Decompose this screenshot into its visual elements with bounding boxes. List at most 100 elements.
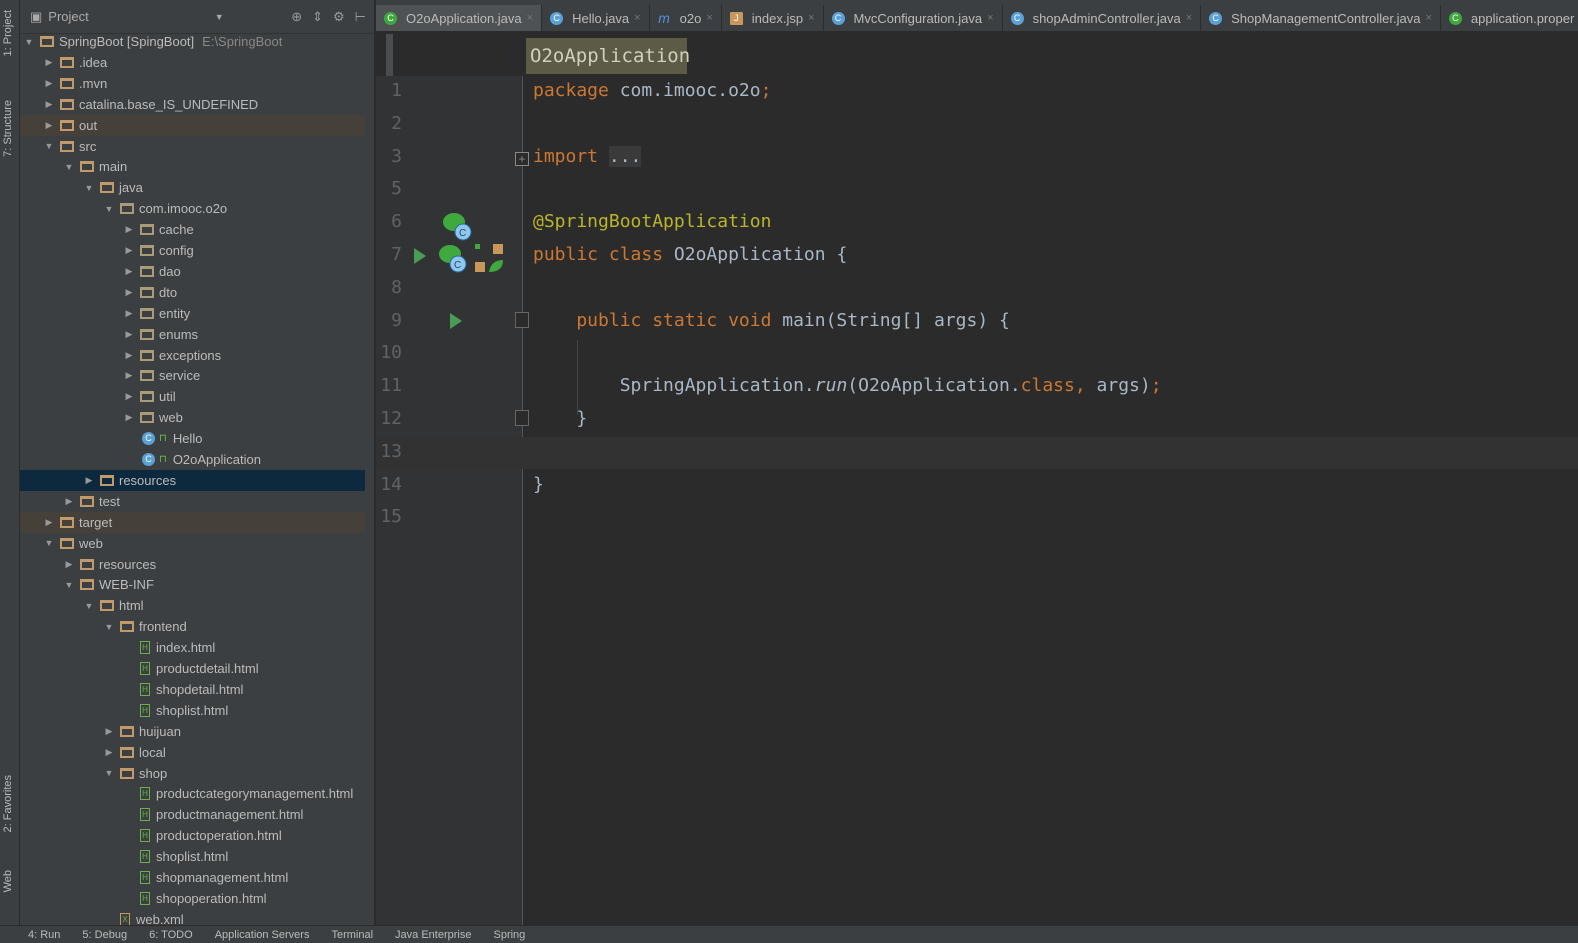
bottom-tool-6-todo[interactable]: 6: TODO [149,929,193,941]
expanded-arrow-icon[interactable]: ▼ [82,183,96,193]
tree-item[interactable]: ▶ .mvn [20,73,365,94]
expanded-arrow-icon[interactable]: ▼ [102,622,116,632]
collapsed-arrow-icon[interactable]: ▶ [122,370,136,381]
tree-item[interactable]: Hproductoperation.html [20,825,365,846]
close-icon[interactable]: × [527,12,533,24]
close-icon[interactable]: × [1425,12,1431,24]
tree-item[interactable]: Hshopdetail.html [20,679,365,700]
close-icon[interactable]: × [706,12,712,24]
editor-tab[interactable]: C ShopManagementController.java × [1201,5,1441,31]
tree-item[interactable]: ▶ out [20,114,365,136]
tree-item[interactable]: ▶ resources [20,554,365,575]
collapse-all-icon[interactable]: ⇕ [312,9,323,25]
gear-icon[interactable]: ⚙ [333,9,345,25]
editor-tab[interactable]: Capplication.proper [1441,5,1578,31]
collapsed-arrow-icon[interactable]: ▶ [102,726,116,737]
collapsed-arrow-icon[interactable]: ▶ [62,496,76,507]
expanded-arrow-icon[interactable]: ▼ [42,141,56,151]
tree-item[interactable]: Hshopmanagement.html [20,867,365,888]
collapsed-arrow-icon[interactable]: ▶ [122,287,136,298]
bottom-tool-5-debug[interactable]: 5: Debug [82,929,127,941]
spring-config-icon[interactable] [473,242,507,276]
tree-item[interactable]: Hproductmanagement.html [20,804,365,825]
project-tool-tab[interactable]: 1: Project [2,10,14,56]
tree-item[interactable]: ▼ com.imooc.o2o [20,198,365,219]
tree-item[interactable]: ▶ config [20,240,365,261]
tree-item[interactable]: ▶ resources [20,469,365,491]
tree-item[interactable]: Hproductcategorymanagement.html [20,783,365,804]
tree-item[interactable]: ▶ target [20,511,365,533]
spring-bean-icon[interactable]: C [440,210,476,244]
close-icon[interactable]: × [634,12,640,24]
hide-panel-icon[interactable]: ⊢ [355,9,366,25]
tree-item[interactable]: ▶ enums [20,324,365,345]
expanded-arrow-icon[interactable]: ▼ [42,538,56,548]
expanded-arrow-icon[interactable]: ▼ [62,162,76,172]
collapsed-arrow-icon[interactable]: ▶ [122,266,136,277]
bottom-tool-spring[interactable]: Spring [493,929,525,941]
tree-item[interactable]: ▶ catalina.base_IS_UNDEFINED [20,94,365,115]
chevron-down-icon[interactable]: ▼ [215,12,224,22]
tree-item[interactable]: Hshopoperation.html [20,888,365,909]
tree-item[interactable]: ▶ exceptions [20,345,365,366]
tree-item[interactable]: ▼ html [20,595,365,616]
spring-bean-icon[interactable]: C [436,242,472,276]
tree-item[interactable]: Hindex.html [20,637,365,658]
collapsed-arrow-icon[interactable]: ▶ [82,475,96,486]
editor-tab[interactable]: m o2o × [650,5,722,31]
collapsed-arrow-icon[interactable]: ▶ [122,224,136,235]
expanded-arrow-icon[interactable]: ▼ [102,204,116,214]
tree-item[interactable]: ▶ service [20,365,365,386]
collapsed-arrow-icon[interactable]: ▶ [42,57,56,68]
tree-item[interactable]: ▼ frontend [20,616,365,637]
tree-item[interactable]: ▶ dto [20,282,365,303]
collapsed-arrow-icon[interactable]: ▶ [122,350,136,361]
editor-breadcrumb[interactable]: O2oApplication [526,38,690,74]
project-view-selector[interactable]: Project [48,9,88,24]
run-class-icon[interactable] [412,246,428,266]
tree-item[interactable]: ▼ WEB-INF [20,574,365,595]
web-tool-tab[interactable]: Web [2,870,14,892]
editor-tab[interactable]: CshopAdminController.java × [1003,5,1202,31]
tree-item[interactable]: Hshoplist.html [20,846,365,867]
tree-item[interactable]: ▼ web [20,533,365,554]
bottom-tool-4-run[interactable]: 4: Run [28,929,60,941]
locate-icon[interactable]: ⊕ [291,9,302,25]
collapse-fold-icon[interactable] [515,312,529,328]
tree-item[interactable]: ▶ dao [20,261,365,282]
collapsed-arrow-icon[interactable]: ▶ [42,517,56,528]
editor-tab[interactable]: Jindex.jsp × [722,5,824,31]
tree-item[interactable]: Hproductdetail.html [20,658,365,679]
tree-item[interactable]: ▼ shop [20,763,365,784]
editor-tab[interactable]: C MvcConfiguration.java × [824,5,1003,31]
tree-item[interactable]: ▼ src [20,136,365,157]
expand-fold-icon[interactable]: + [515,152,529,166]
collapsed-arrow-icon[interactable]: ▶ [122,245,136,256]
collapsed-arrow-icon[interactable]: ▶ [122,308,136,319]
collapsed-arrow-icon[interactable]: ▶ [122,391,136,402]
expanded-arrow-icon[interactable]: ▼ [82,601,96,611]
expanded-arrow-icon[interactable]: ▼ [62,580,76,590]
tree-item[interactable]: ▼ java [20,177,365,198]
tree-item[interactable]: ▶ huijuan [20,721,365,742]
tree-item[interactable]: ▶ local [20,742,365,763]
favorites-tool-tab[interactable]: 2: Favorites [2,775,14,832]
collapsed-arrow-icon[interactable]: ▶ [42,78,56,89]
collapsed-arrow-icon[interactable]: ▶ [42,120,56,131]
fold-end-icon[interactable] [515,410,529,426]
expanded-arrow-icon[interactable]: ▼ [22,37,36,47]
collapsed-arrow-icon[interactable]: ▶ [102,747,116,758]
tree-item[interactable]: ▼ main [20,156,365,177]
close-icon[interactable]: × [987,12,993,24]
tree-item[interactable]: ▶ test [20,491,365,512]
close-icon[interactable]: × [1186,12,1192,24]
run-main-icon[interactable] [448,311,464,331]
tree-item[interactable]: ▶ util [20,386,365,407]
editor-tab[interactable]: C Hello.java × [542,5,650,31]
tree-item[interactable]: C ⊓ O2oApplication [20,449,365,470]
tree-item[interactable]: ▶ web [20,407,365,428]
tree-item[interactable]: ▶ cache [20,219,365,240]
expanded-arrow-icon[interactable]: ▼ [102,768,116,778]
bottom-tool-application-servers[interactable]: Application Servers [215,929,310,941]
close-icon[interactable]: × [808,12,814,24]
